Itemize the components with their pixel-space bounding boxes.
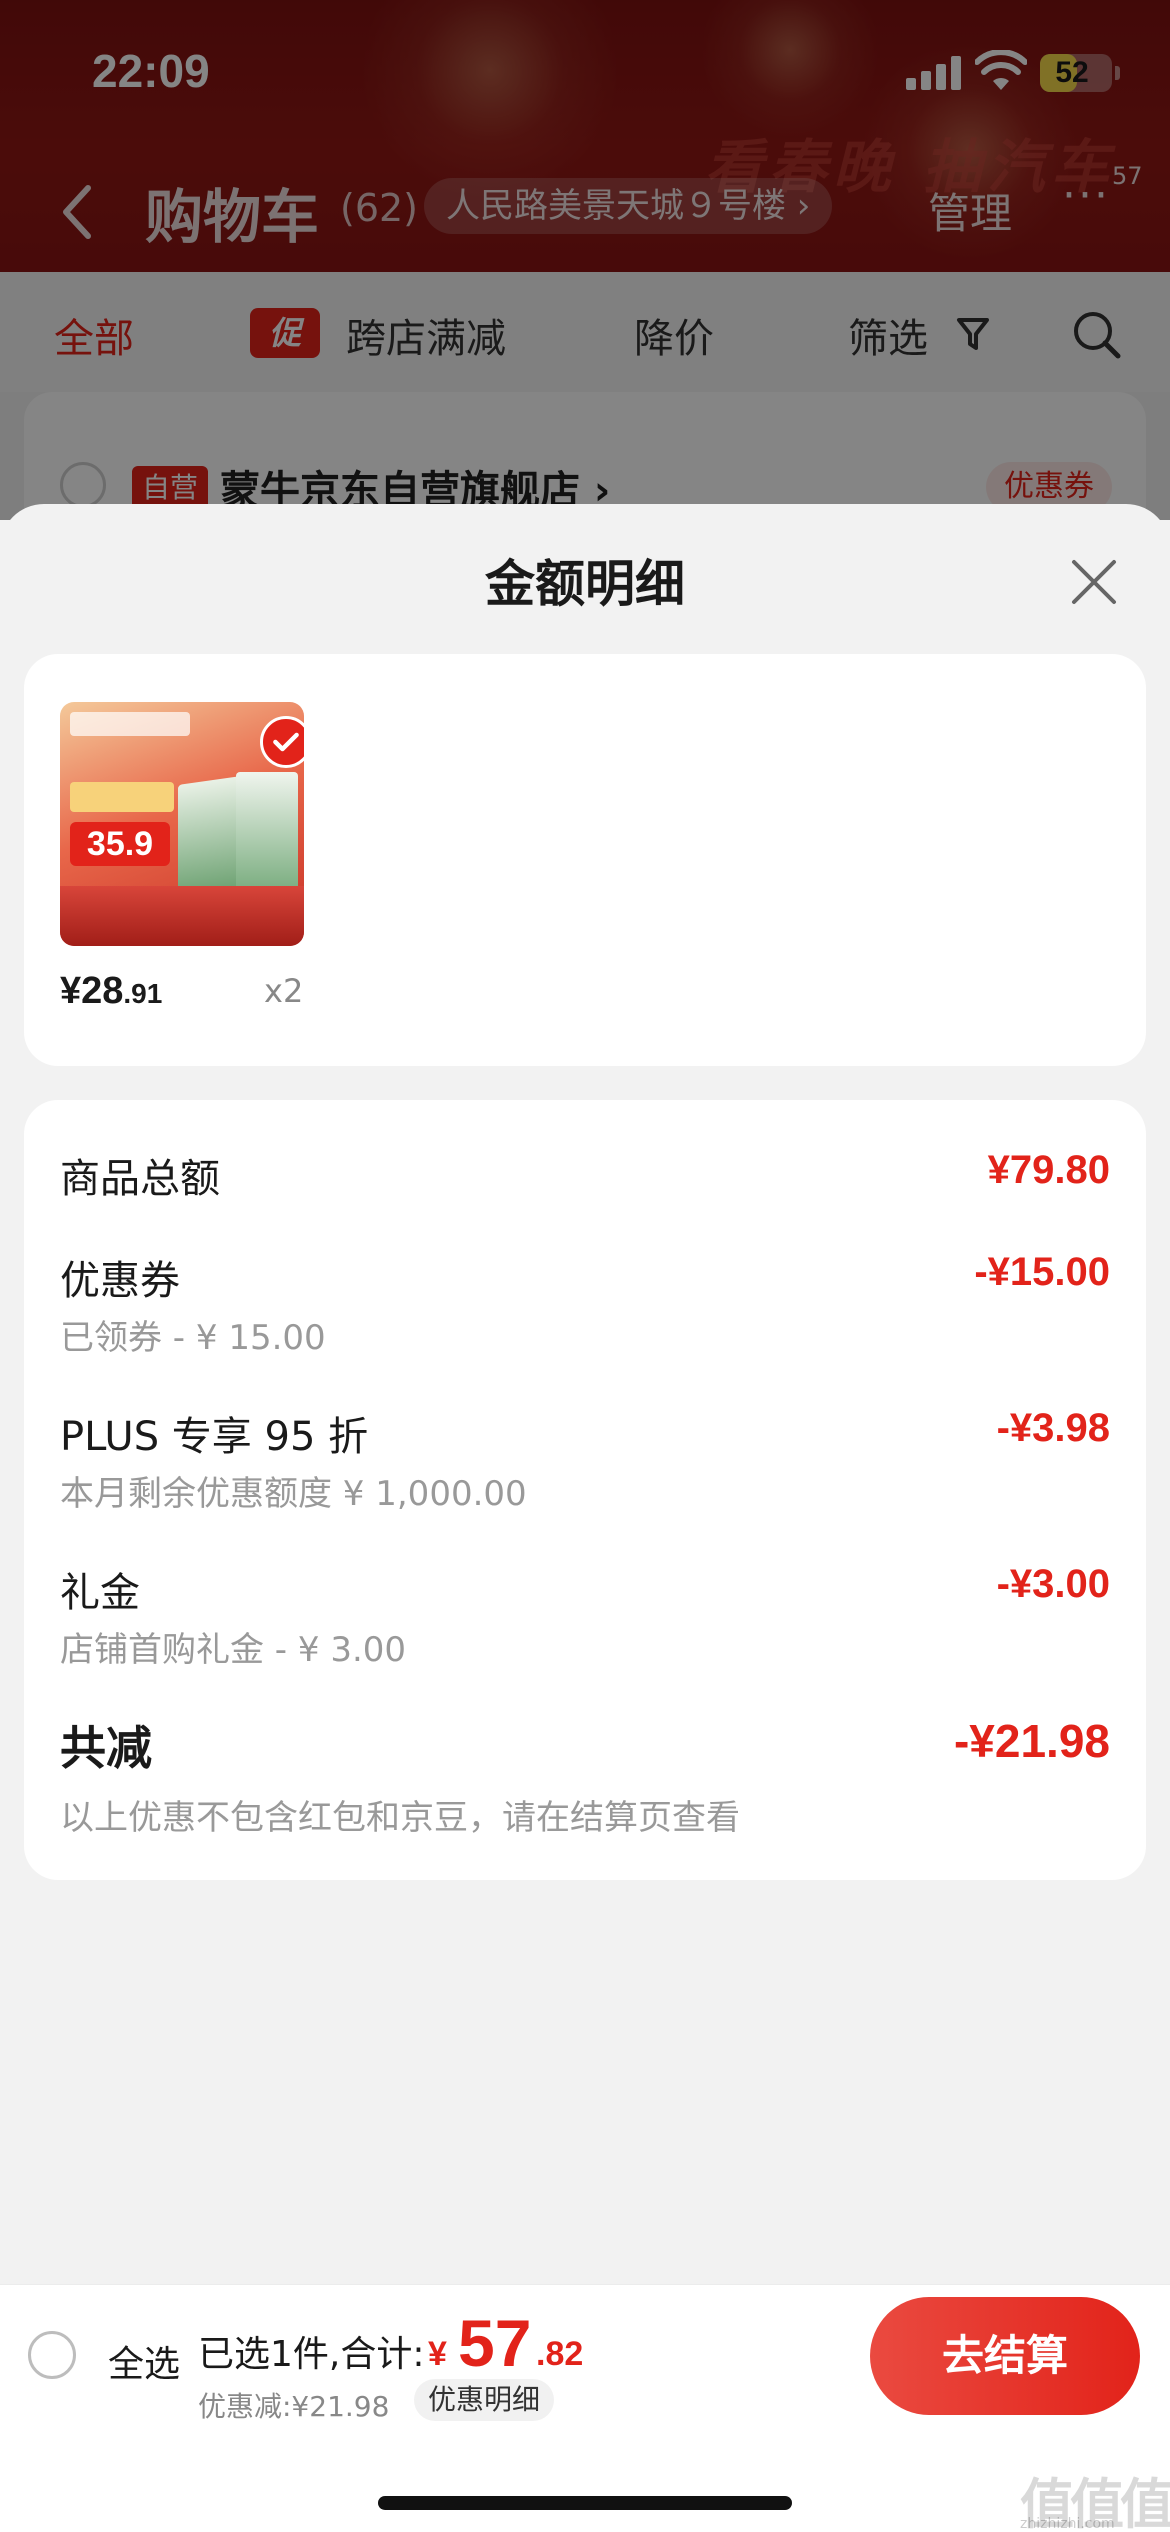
gift-detail: 店铺首购礼金 - ¥ 3.00 [60, 1630, 407, 1670]
plus-discount-label: PLUS 专享 95 折 [60, 1414, 369, 1460]
coupon-label: 优惠券 [60, 1258, 180, 1304]
subtotal-label: 商品总额 [60, 1156, 220, 1202]
modal-backdrop[interactable] [0, 0, 1170, 520]
product-quantity: x2 [264, 972, 304, 1010]
total-discount-value: -¥21.98 [953, 1715, 1110, 1767]
product-price: ¥28.91 [60, 970, 162, 1013]
amount-detail-sheet: 金额明细 35.9 ¥28.91 x2 商品总额 ¥79.80 优惠券 -¥15… [0, 504, 1170, 2284]
discount-detail-button[interactable]: 优惠明细 [414, 2379, 555, 2421]
thumb-price-tag: 35.9 [70, 822, 170, 866]
product-image: 35.9 [60, 702, 304, 946]
total-decimal: .82 [536, 2335, 584, 2373]
coupon-value: -¥15.00 [974, 1250, 1110, 1294]
checkout-button[interactable]: 去结算 [870, 2297, 1140, 2415]
price-decimal: .91 [123, 978, 163, 1009]
brand-strip [70, 712, 190, 736]
selected-summary: 已选1件,合计: [198, 2334, 425, 2375]
gift-label: 礼金 [60, 1570, 140, 1616]
checkout-bar: 全选 已选1件,合计: ¥ 57 .82 优惠减:¥21.98 优惠明细 去结算 [0, 2284, 1170, 2424]
total-integer: 57 [458, 2306, 532, 2380]
plus-quota-detail: 本月剩余优惠额度 ¥ 1,000.00 [60, 1474, 527, 1514]
amount-breakdown-card: 商品总额 ¥79.80 优惠券 -¥15.00 已领券 - ¥ 15.00 PL… [24, 1100, 1146, 1880]
coupon-detail: 已领券 - ¥ 15.00 [60, 1318, 326, 1358]
thumb-stage [60, 886, 304, 946]
home-indicator[interactable] [378, 2496, 792, 2510]
subtotal-value: ¥79.80 [987, 1148, 1110, 1192]
promo-label [70, 782, 174, 812]
gift-value: -¥3.00 [996, 1562, 1110, 1606]
price-integer: ¥28 [60, 970, 124, 1012]
select-all-label[interactable]: 全选 [108, 2335, 180, 2387]
check-icon [260, 716, 304, 768]
sheet-title: 金额明细 [485, 555, 685, 613]
discount-note: 以上优惠不包含红包和京豆，请在结算页查看 [60, 1798, 740, 1838]
plus-discount-value: -¥3.98 [996, 1406, 1110, 1450]
discount-summary: 优惠减:¥21.98 [198, 2390, 390, 2423]
select-all-radio[interactable] [28, 2331, 76, 2379]
watermark-site: zhizhizhi.com [1020, 2516, 1115, 2532]
total-currency: ¥ [428, 2335, 447, 2373]
product-card: 35.9 ¥28.91 x2 [24, 654, 1146, 1066]
close-icon[interactable] [1066, 554, 1122, 610]
total-discount-label: 共减 [60, 1721, 152, 1775]
home-indicator-area: 值值值 zhizhizhi.com [0, 2424, 1170, 2532]
